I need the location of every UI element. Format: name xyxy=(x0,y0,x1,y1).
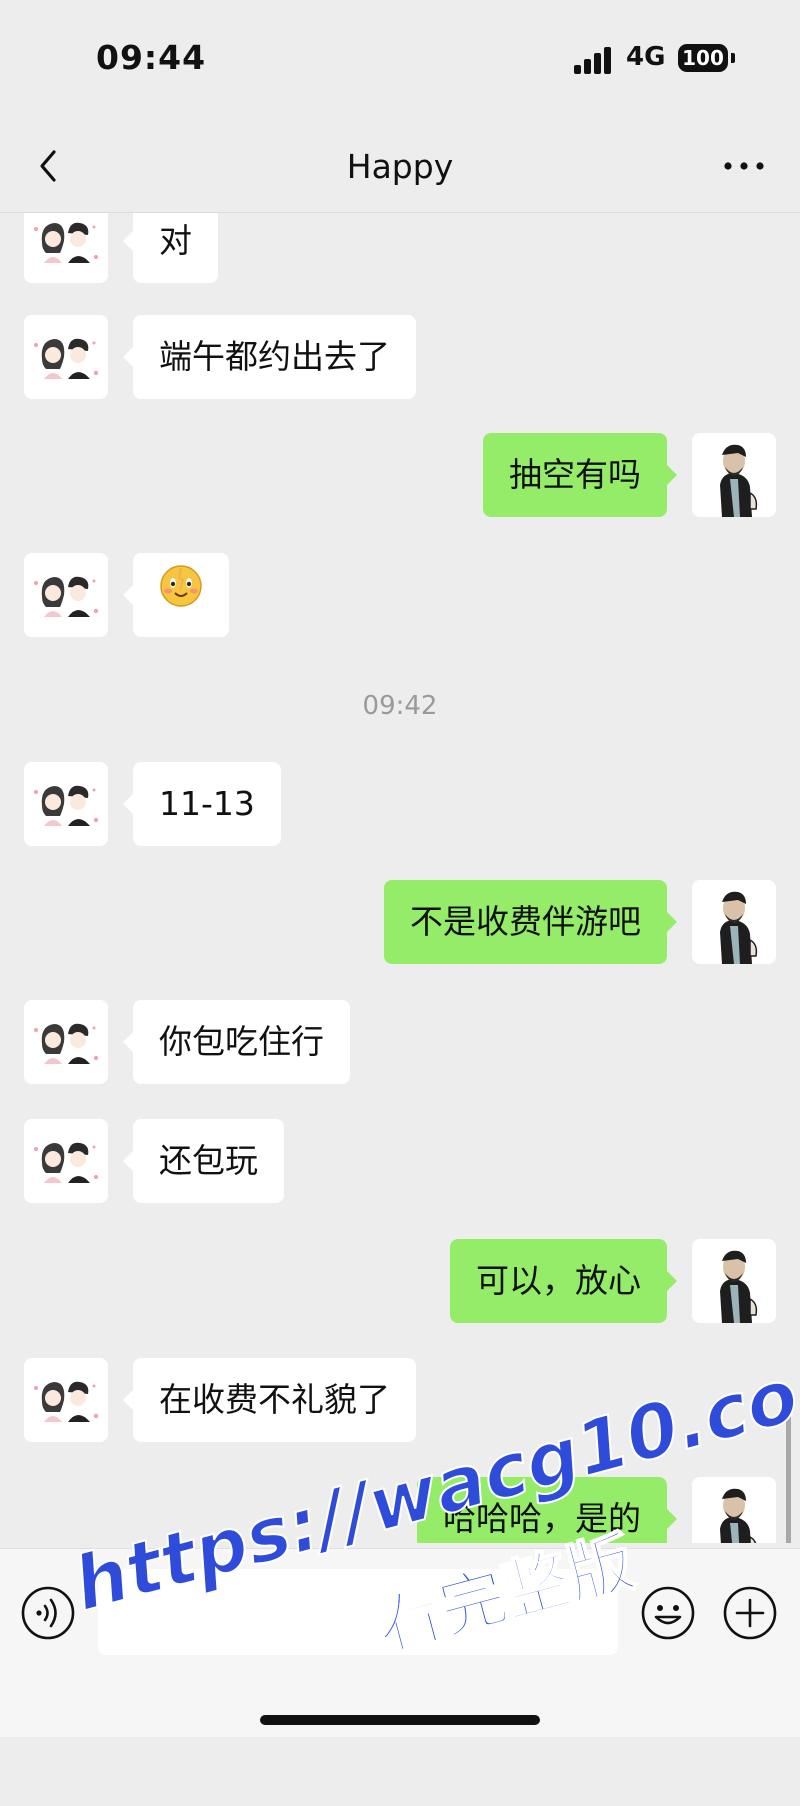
contact-avatar[interactable] xyxy=(24,553,108,637)
nav-bar: Happy xyxy=(0,120,800,213)
my-avatar[interactable] xyxy=(692,880,776,964)
message-list[interactable]: 对 端午都约出去了 抽空有吗 09:42 11-13 不是收费伴游吧 你包吃住行… xyxy=(0,213,800,1543)
more-dots-icon[interactable] xyxy=(720,148,768,184)
message-bubble[interactable] xyxy=(123,553,229,639)
battery-tip xyxy=(731,53,735,63)
my-avatar[interactable] xyxy=(692,1239,776,1323)
contact-avatar[interactable] xyxy=(24,1000,108,1084)
message-bubble[interactable]: 11-13 xyxy=(123,762,281,846)
my-avatar[interactable] xyxy=(692,1477,776,1543)
home-indicator[interactable] xyxy=(260,1715,540,1725)
my-avatar[interactable] xyxy=(692,433,776,517)
emoji-icon[interactable] xyxy=(640,1585,696,1641)
message-input[interactable] xyxy=(98,1569,618,1655)
signal-icon xyxy=(574,46,614,74)
plus-icon[interactable] xyxy=(722,1585,778,1641)
message-bubble[interactable]: 你包吃住行 xyxy=(123,1000,350,1084)
smiling-face-emoji xyxy=(159,555,203,639)
network-type: 4G xyxy=(626,42,666,72)
message-bubble[interactable]: 抽空有吗 xyxy=(483,433,677,517)
battery-icon: 100 xyxy=(678,44,728,72)
contact-avatar[interactable] xyxy=(24,762,108,846)
time-divider: 09:42 xyxy=(362,691,438,721)
message-bubble[interactable]: 在收费不礼貌了 xyxy=(123,1358,416,1442)
message-bubble[interactable]: 不是收费伴游吧 xyxy=(384,880,677,964)
contact-avatar[interactable] xyxy=(24,213,108,283)
voice-icon[interactable] xyxy=(20,1585,76,1641)
message-bubble[interactable]: 对 xyxy=(123,213,218,283)
message-bubble[interactable]: 可以，放心 xyxy=(450,1239,677,1323)
chat-title: Happy xyxy=(346,147,454,186)
message-bubble[interactable]: 哈哈哈，是的 xyxy=(417,1477,677,1543)
scrollbar[interactable] xyxy=(786,1408,791,1543)
status-bar: 09:44 4G 100 xyxy=(0,0,800,120)
contact-avatar[interactable] xyxy=(24,1119,108,1203)
message-bubble[interactable]: 端午都约出去了 xyxy=(123,315,416,399)
contact-avatar[interactable] xyxy=(24,1358,108,1442)
status-time: 09:44 xyxy=(96,38,207,77)
contact-avatar[interactable] xyxy=(24,315,108,399)
message-bubble[interactable]: 还包玩 xyxy=(123,1119,284,1203)
input-bar xyxy=(0,1548,800,1737)
